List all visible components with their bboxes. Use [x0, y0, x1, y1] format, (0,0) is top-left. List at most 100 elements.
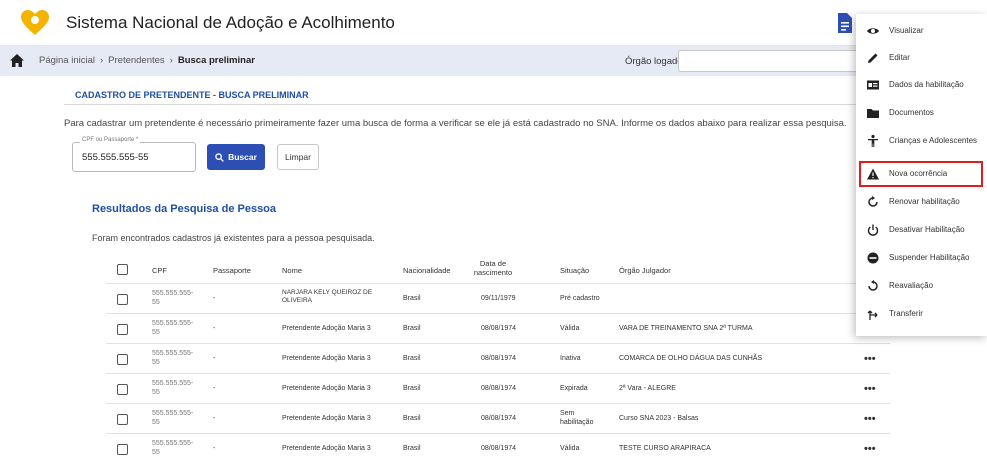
column-header-passaporte: Passaporte [213, 266, 251, 275]
row-checkbox[interactable] [117, 354, 128, 365]
menu-item-label: Dados da habilitação [889, 80, 964, 89]
block-icon [867, 252, 879, 264]
cell-situacao: Pré cadastro [560, 295, 600, 302]
cell-nascimento: 08/08/1974 [481, 445, 517, 452]
column-header-cpf: CPF [152, 266, 167, 275]
results-title: Resultados da Pesquisa de Pessoa [92, 203, 277, 215]
eye-icon [867, 28, 879, 34]
breadcrumb-bar: Página inicial › Pretendentes › Busca prelim… [0, 46, 860, 76]
id-card-icon [867, 80, 879, 90]
search-button-label: Buscar [228, 152, 257, 162]
table-row[interactable]: 555.555.555-55 - Pretendente Adoção Mari… [106, 405, 890, 434]
cell-passaporte: - [213, 325, 216, 332]
cell-passaporte: - [213, 355, 216, 362]
table-row[interactable]: 555.555.555-55 - Pretendente Adoção Mari… [106, 375, 890, 404]
table-header: CPF Passaporte Nome Nacionalidade Data d… [106, 256, 890, 284]
section-title: CADASTRO DE PRETENDENTE - BUSCA PRELIMIN… [75, 90, 309, 100]
column-header-situacao: Situação [560, 266, 590, 275]
cell-situacao: Sem habilitação [560, 410, 594, 426]
cell-nome: NARJARA KELY QUEIROZ DE OLIVEIRA [282, 289, 373, 305]
intro-text: Para cadastrar um pretendente é necessár… [64, 118, 847, 129]
menu-item-documentos[interactable]: Documentos [856, 103, 987, 123]
home-icon[interactable] [9, 53, 25, 68]
row-checkbox[interactable] [117, 444, 128, 455]
menu-item-renovar-habilitacao[interactable]: Renovar habilitação [856, 192, 987, 212]
menu-item-dados-habilitacao[interactable]: Dados da habilitação [856, 75, 987, 95]
cell-cpf: 555.555.555-55 [152, 350, 194, 366]
menu-item-label: Editar [889, 53, 910, 62]
orgao-label: Órgão logado [625, 56, 683, 67]
menu-item-suspender-habilitacao[interactable]: Suspender Habilitação [856, 248, 987, 268]
select-all-checkbox[interactable] [117, 264, 128, 275]
breadcrumb-separator: › [99, 55, 104, 66]
document-icon[interactable] [833, 12, 855, 34]
row-actions-button[interactable]: ••• [864, 353, 876, 365]
table-row[interactable]: 555.555.555-55 - NARJARA KELY QUEIROZ DE… [106, 285, 890, 314]
clear-button-label: Limpar [285, 152, 311, 162]
cell-passaporte: - [213, 295, 216, 302]
clear-button[interactable]: Limpar [277, 144, 319, 170]
table-row[interactable]: 555.555.555-55 - Pretendente Adoção Mari… [106, 435, 890, 464]
top-bar: Sistema Nacional de Adoção e Acolhimento [0, 0, 987, 46]
column-header-orgao: Órgão Julgador [619, 266, 671, 275]
row-checkbox[interactable] [117, 324, 128, 335]
row-checkbox[interactable] [117, 414, 128, 425]
cell-nacionalidade: Brasil [403, 295, 421, 302]
app-title: Sistema Nacional de Adoção e Acolhimento [66, 13, 395, 32]
search-button[interactable]: Buscar [207, 144, 265, 170]
cell-passaporte: - [213, 415, 216, 422]
cell-orgao: 2ª Vara - ALEGRE [619, 385, 676, 392]
cell-nome: Pretendente Adoção Maria 3 [282, 415, 371, 422]
cell-nascimento: 08/08/1974 [481, 385, 517, 392]
row-checkbox[interactable] [117, 384, 128, 395]
breadcrumb: Página inicial › Pretendentes › Busca prelim… [39, 55, 255, 66]
cell-passaporte: - [213, 385, 216, 392]
menu-item-reavaliacao[interactable]: Reavaliação [856, 276, 987, 296]
undo-icon [868, 280, 878, 291]
menu-item-visualizar[interactable]: Visualizar [856, 21, 987, 41]
cell-nacionalidade: Brasil [403, 355, 421, 362]
folder-icon [867, 109, 879, 118]
refresh-icon [868, 196, 878, 207]
row-actions-button[interactable]: ••• [864, 443, 876, 455]
cell-situacao: Válida [560, 325, 580, 332]
cell-orgao: COMARCA DE OLHO DÁGUA DAS CUNHÃS [619, 355, 763, 362]
cell-orgao: VARA DE TREINAMENTO SNA 2ª TURMA [619, 325, 753, 332]
cell-nacionalidade: Brasil [403, 415, 421, 422]
cell-situacao: Válida [560, 445, 580, 452]
search-icon [215, 152, 224, 162]
cell-nascimento: 08/08/1974 [481, 325, 517, 332]
cpf-field-label: CPF ou Passaporte * [80, 137, 141, 143]
heart-pin-logo[interactable] [20, 9, 50, 37]
menu-item-label: Desativar Habilitação [889, 225, 965, 234]
cpf-field-value[interactable]: 555.555.555-55 [82, 152, 149, 163]
cell-nome: Pretendente Adoção Maria 3 [282, 325, 371, 332]
breadcrumb-home[interactable]: Página inicial [39, 55, 95, 66]
cell-nome: Pretendente Adoção Maria 3 [282, 445, 371, 452]
menu-item-label: Renovar habilitação [889, 197, 960, 206]
cell-nome: Pretendente Adoção Maria 3 [282, 355, 371, 362]
menu-item-criancas-adolescentes[interactable]: Crianças e Adolescentes [856, 131, 987, 151]
table-row[interactable]: 555.555.555-55 - Pretendente Adoção Mari… [106, 315, 890, 344]
menu-item-desativar-habilitacao[interactable]: Desativar Habilitação [856, 220, 987, 240]
power-icon [867, 224, 879, 236]
cell-nome: Pretendente Adoção Maria 3 [282, 385, 371, 392]
cell-cpf: 555.555.555-55 [152, 380, 194, 396]
cell-nacionalidade: Brasil [403, 325, 421, 332]
cell-cpf: 555.555.555-55 [152, 440, 194, 456]
cell-cpf: 555.555.555-55 [152, 410, 194, 426]
row-checkbox[interactable] [117, 294, 128, 305]
breadcrumb-pretendentes[interactable]: Pretendentes [108, 55, 165, 66]
cell-situacao: Expirada [560, 385, 588, 392]
breadcrumb-current: Busca preliminar [177, 55, 255, 66]
menu-item-label: Documentos [889, 108, 934, 117]
menu-item-transferir[interactable]: Transferir [856, 304, 987, 324]
results-subtitle: Foram encontrados cadastros já existente… [92, 233, 375, 243]
table-row[interactable]: 555.555.555-55 - Pretendente Adoção Mari… [106, 345, 890, 374]
orgao-select[interactable] [678, 50, 860, 72]
divider [64, 104, 860, 105]
menu-item-editar[interactable]: Editar [856, 48, 987, 68]
row-actions-button[interactable]: ••• [864, 383, 876, 395]
row-actions-button[interactable]: ••• [864, 413, 876, 425]
child-icon [868, 134, 878, 147]
